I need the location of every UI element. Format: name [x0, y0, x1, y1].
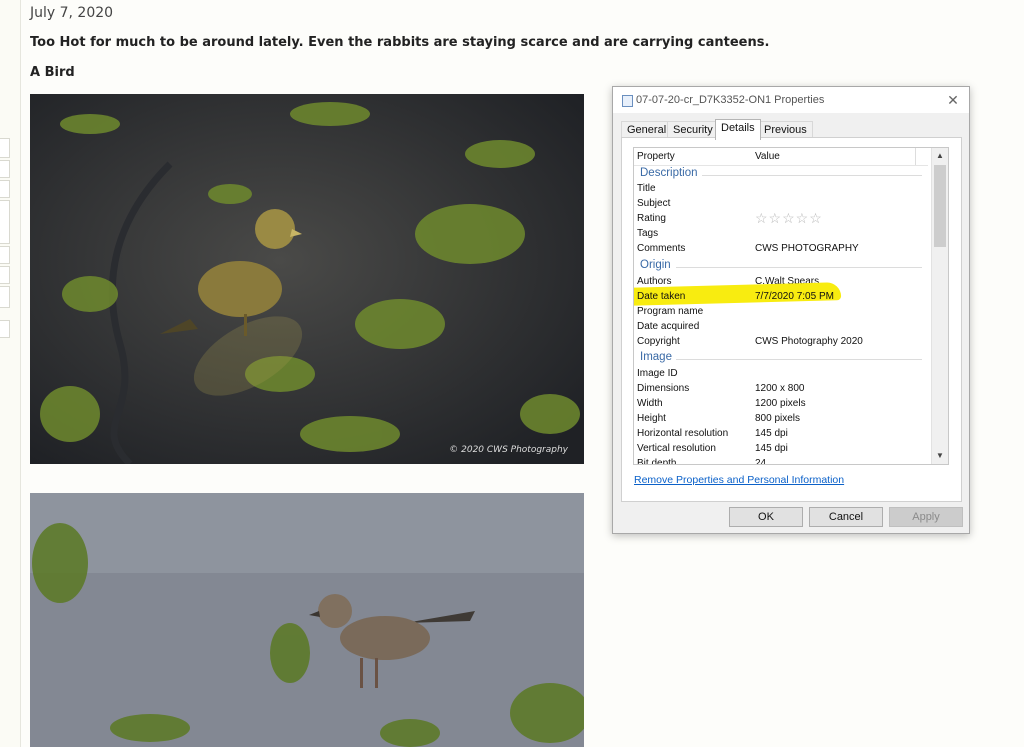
property-key: Rating	[637, 213, 666, 224]
bird-photo-1[interactable]: © 2020 CWS Photography	[30, 94, 584, 464]
property-key: Date acquired	[637, 321, 700, 332]
property-value: 7/7/2020 7:05 PM	[755, 291, 834, 302]
document-icon	[622, 95, 633, 107]
column-separator[interactable]	[915, 148, 916, 165]
property-row[interactable]: Height 800 pixels	[634, 412, 930, 427]
post-subtitle: A Bird	[30, 65, 75, 80]
property-row[interactable]: Copyright CWS Photography 2020	[634, 335, 930, 350]
sidebar-tab[interactable]	[0, 286, 10, 308]
rating-stars[interactable]: ☆☆☆☆☆	[755, 210, 823, 227]
property-row[interactable]: Program name	[634, 305, 930, 320]
section-divider	[676, 267, 922, 268]
photo-watermark: © 2020 CWS Photography	[449, 445, 568, 455]
details-panel: Property Value Description Title Subject…	[621, 137, 962, 502]
sidebar-tab[interactable]	[0, 320, 10, 338]
post-text: Too Hot for much to be around lately. Ev…	[30, 35, 770, 50]
apply-button[interactable]: Apply	[889, 507, 963, 527]
post-date: July 7, 2020	[30, 5, 114, 21]
property-key: Authors	[637, 276, 672, 287]
property-key: Title	[637, 183, 656, 194]
property-key: Copyright	[637, 336, 680, 347]
close-icon[interactable]: ✕	[943, 90, 963, 110]
dialog-title: 07-07-20-cr_D7K3352-ON1 Properties	[636, 94, 825, 106]
section-divider	[702, 175, 922, 176]
dialog-titlebar[interactable]: 07-07-20-cr_D7K3352-ON1 Properties ✕	[613, 87, 969, 113]
vertical-scrollbar[interactable]: ▲ ▼	[931, 148, 948, 464]
property-value: CWS Photography 2020	[755, 336, 863, 347]
property-value: 800 pixels	[755, 413, 801, 424]
bird-photo-2[interactable]	[30, 493, 584, 747]
property-key: Height	[637, 413, 666, 424]
property-key: Horizontal resolution	[637, 428, 729, 439]
property-key: Image ID	[637, 368, 678, 379]
left-sidebar-strip	[0, 0, 21, 747]
section-origin: Origin	[640, 259, 671, 271]
property-row[interactable]: Image ID	[634, 367, 930, 382]
sidebar-tab[interactable]	[0, 246, 10, 264]
property-row[interactable]: Date acquired	[634, 320, 930, 335]
property-key: Bit depth	[637, 458, 677, 465]
property-row[interactable]: Title	[634, 182, 930, 197]
property-row[interactable]: Horizontal resolution 145 dpi	[634, 427, 930, 442]
property-key: Tags	[637, 228, 659, 239]
property-row[interactable]: Rating ☆☆☆☆☆	[634, 210, 930, 227]
column-header-value[interactable]: Value	[755, 151, 780, 162]
property-row[interactable]: Width 1200 pixels	[634, 397, 930, 412]
property-list[interactable]: Property Value Description Title Subject…	[633, 147, 949, 465]
property-row[interactable]: Vertical resolution 145 dpi	[634, 442, 930, 457]
cancel-button[interactable]: Cancel	[809, 507, 883, 527]
property-key: Date taken	[637, 291, 686, 302]
ok-button[interactable]: OK	[729, 507, 803, 527]
property-row[interactable]: Bit depth 24	[634, 457, 930, 465]
column-header-property[interactable]: Property	[637, 151, 675, 162]
properties-dialog: 07-07-20-cr_D7K3352-ON1 Properties ✕ Gen…	[612, 86, 970, 534]
property-key: Comments	[637, 243, 686, 254]
sidebar-tab[interactable]	[0, 266, 10, 284]
property-key: Width	[637, 398, 663, 409]
scroll-down-arrow-icon[interactable]: ▼	[932, 448, 948, 464]
remove-properties-link[interactable]: Remove Properties and Personal Informati…	[634, 474, 844, 486]
property-value: 24	[755, 458, 767, 465]
property-row[interactable]: Comments CWS PHOTOGRAPHY	[634, 242, 930, 257]
sidebar-tab[interactable]	[0, 200, 10, 244]
property-value: CWS PHOTOGRAPHY	[755, 243, 859, 254]
section-divider	[676, 359, 922, 360]
property-value: 145 dpi	[755, 428, 788, 439]
property-value: 145 dpi	[755, 443, 788, 454]
property-row-highlighted[interactable]: Date taken 7/7/2020 7:05 PM	[634, 282, 930, 306]
property-key: Subject	[637, 198, 671, 209]
section-description: Description	[640, 167, 698, 179]
property-row[interactable]: Dimensions 1200 x 800	[634, 382, 930, 397]
scroll-up-arrow-icon[interactable]: ▲	[932, 148, 948, 164]
property-value: 1200 pixels	[755, 398, 806, 409]
property-key: Dimensions	[637, 383, 690, 394]
scroll-thumb[interactable]	[934, 165, 946, 247]
sidebar-tab[interactable]	[0, 180, 10, 198]
tab-details[interactable]: Details	[715, 119, 761, 140]
property-value: 1200 x 800	[755, 383, 805, 394]
sidebar-tab[interactable]	[0, 138, 10, 158]
sidebar-tab[interactable]	[0, 160, 10, 178]
property-row[interactable]: Tags	[634, 227, 930, 242]
list-header: Property Value	[634, 148, 928, 166]
property-key: Vertical resolution	[637, 443, 716, 454]
property-key: Program name	[637, 306, 704, 317]
section-image: Image	[640, 351, 672, 363]
